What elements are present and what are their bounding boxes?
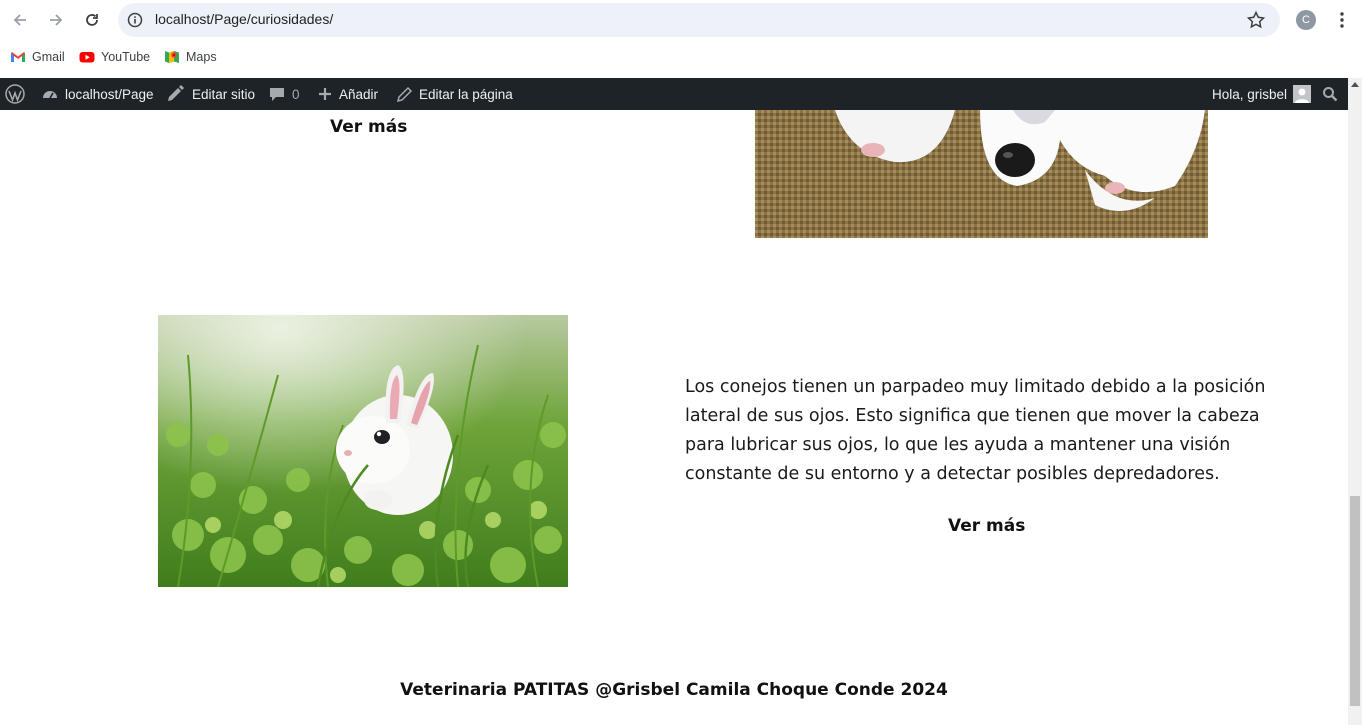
brush-icon [168, 85, 184, 101]
bookmark-maps[interactable]: Maps [164, 45, 217, 69]
bookmark-gmail[interactable]: Gmail [10, 45, 65, 69]
wordpress-logo-icon[interactable] [5, 78, 31, 110]
scroll-up-arrow-icon[interactable] [1351, 82, 1359, 87]
wp-edit-page[interactable]: Editar la página [396, 78, 513, 110]
rabbit-curiosity-text: Los conejos tienen un parpadeo muy limit… [685, 377, 1266, 484]
comment-icon [270, 88, 284, 101]
scrollbar-thumb[interactable] [1350, 496, 1360, 706]
maps-icon [164, 49, 180, 65]
page-scrollbar[interactable] [1348, 78, 1362, 725]
wp-comments[interactable]: 0 [268, 78, 300, 110]
wp-admin-bar: localhost/Page Editar sitio 0 Añadir Edi… [0, 78, 1348, 110]
ver-mas-link-top[interactable]: Ver más [330, 117, 407, 137]
dashboard-icon [43, 91, 57, 99]
forward-icon[interactable] [44, 8, 68, 32]
gmail-icon [10, 49, 26, 65]
wp-greeting: Hola, grisbel [1212, 86, 1288, 102]
site-footer: Veterinaria PATITAS @Grisbel Camila Choq… [400, 680, 948, 700]
url-text: localhost/Page/curiosidades/ [155, 11, 334, 27]
more-menu-icon[interactable] [1336, 10, 1348, 30]
wp-site-link[interactable]: localhost/Page [41, 78, 154, 110]
wp-edit-site[interactable]: Editar sitio [166, 78, 255, 110]
page-content: Ver más Los conejos tienen un parpadeo m… [0, 110, 1348, 725]
rabbit-image [158, 315, 568, 587]
browser-toolbar: localhost/Page/curiosidades/ C Gmail You… [0, 0, 1362, 78]
user-avatar [1293, 85, 1312, 103]
bookmark-label: Gmail [32, 50, 65, 64]
wp-edit-site-label: Editar sitio [192, 86, 256, 102]
site-info-icon[interactable] [127, 12, 143, 28]
bookmark-label: Maps [186, 50, 217, 64]
reload-icon[interactable] [80, 8, 104, 32]
wp-edit-page-label: Editar la página [419, 86, 513, 102]
bookmark-label: YouTube [101, 50, 151, 64]
wp-site-label: localhost/Page [65, 86, 154, 102]
dog-image [755, 110, 1208, 238]
pencil-icon [396, 86, 413, 102]
ver-mas-link-rabbit[interactable]: Ver más [948, 516, 1025, 536]
plus-icon [319, 88, 331, 100]
search-icon[interactable] [1322, 78, 1344, 110]
wp-add-new[interactable]: Añadir [317, 78, 378, 110]
youtube-icon [79, 49, 95, 65]
profile-avatar[interactable]: C [1296, 10, 1316, 30]
bookmark-youtube[interactable]: YouTube [79, 45, 150, 69]
wp-add-label: Añadir [339, 86, 379, 102]
wp-my-account[interactable]: Hola, grisbel [1212, 78, 1312, 110]
wp-comments-count: 0 [292, 86, 300, 102]
bookmark-star-icon[interactable] [1246, 10, 1266, 30]
back-icon[interactable] [8, 8, 32, 32]
address-bar[interactable]: localhost/Page/curiosidades/ [118, 3, 1280, 37]
